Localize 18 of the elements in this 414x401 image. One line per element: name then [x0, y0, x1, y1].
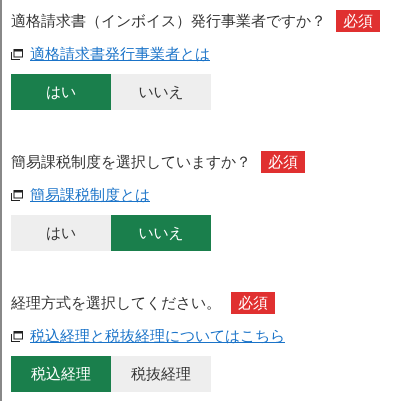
question-text: 適格請求書（インボイス）発行事業者ですか？	[11, 12, 326, 30]
required-badge: 必須	[231, 292, 275, 314]
info-link[interactable]: 簡易課税制度とは	[30, 186, 150, 204]
option-button[interactable]: 税込経理	[11, 356, 111, 392]
question-text: 経理方式を選択してください。	[11, 294, 221, 312]
option-button[interactable]: いいえ	[111, 74, 211, 110]
window-icon	[11, 190, 23, 200]
window-icon	[11, 48, 23, 60]
option-button[interactable]: はい	[11, 215, 111, 251]
required-badge: 必須	[261, 151, 305, 173]
window-icon	[11, 330, 23, 342]
question-text: 簡易課税制度を選択していますか？	[11, 152, 251, 172]
required-badge: 必須	[336, 10, 380, 32]
option-button[interactable]: 税抜経理	[111, 356, 211, 392]
option-button[interactable]: いいえ	[111, 215, 211, 251]
option-button[interactable]: はい	[11, 74, 111, 110]
info-link[interactable]: 税込経理と税抜経理についてはこちら	[30, 326, 285, 346]
info-link[interactable]: 適格請求書発行事業者とは	[30, 44, 210, 64]
